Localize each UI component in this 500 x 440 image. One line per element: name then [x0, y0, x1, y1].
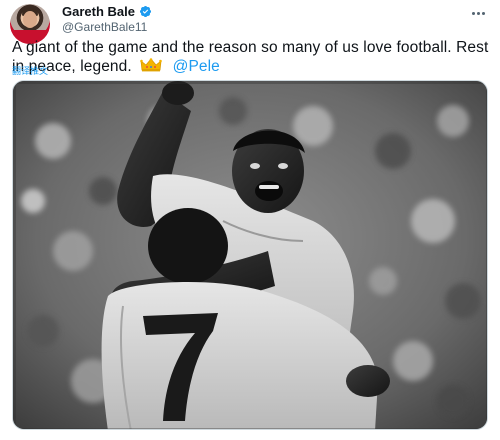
- more-options-icon[interactable]: [468, 6, 488, 20]
- tweet-photo[interactable]: [12, 80, 488, 430]
- crown-emoji-icon: [140, 58, 163, 72]
- photo-black-white-celebration-icon: [13, 81, 487, 429]
- author-name-row[interactable]: Gareth Bale: [62, 4, 152, 19]
- author-handle[interactable]: @GarethBale11: [62, 20, 147, 34]
- tweet-text: A giant of the game and the reason so ma…: [12, 38, 490, 76]
- more-dot: [471, 11, 475, 15]
- more-dot: [476, 11, 480, 15]
- translate-tweet-link[interactable]: 翻译推文: [12, 64, 48, 77]
- verified-badge-icon: [139, 5, 152, 18]
- more-dot: [481, 11, 485, 15]
- mention-link[interactable]: @Pele: [173, 58, 220, 75]
- tweet-card[interactable]: Gareth Bale @GarethBale11 A giant of the…: [0, 0, 500, 440]
- tweet-body: A giant of the game and the reason so ma…: [12, 39, 489, 75]
- avatar-face: [23, 11, 37, 28]
- author-display-name[interactable]: Gareth Bale: [62, 4, 135, 19]
